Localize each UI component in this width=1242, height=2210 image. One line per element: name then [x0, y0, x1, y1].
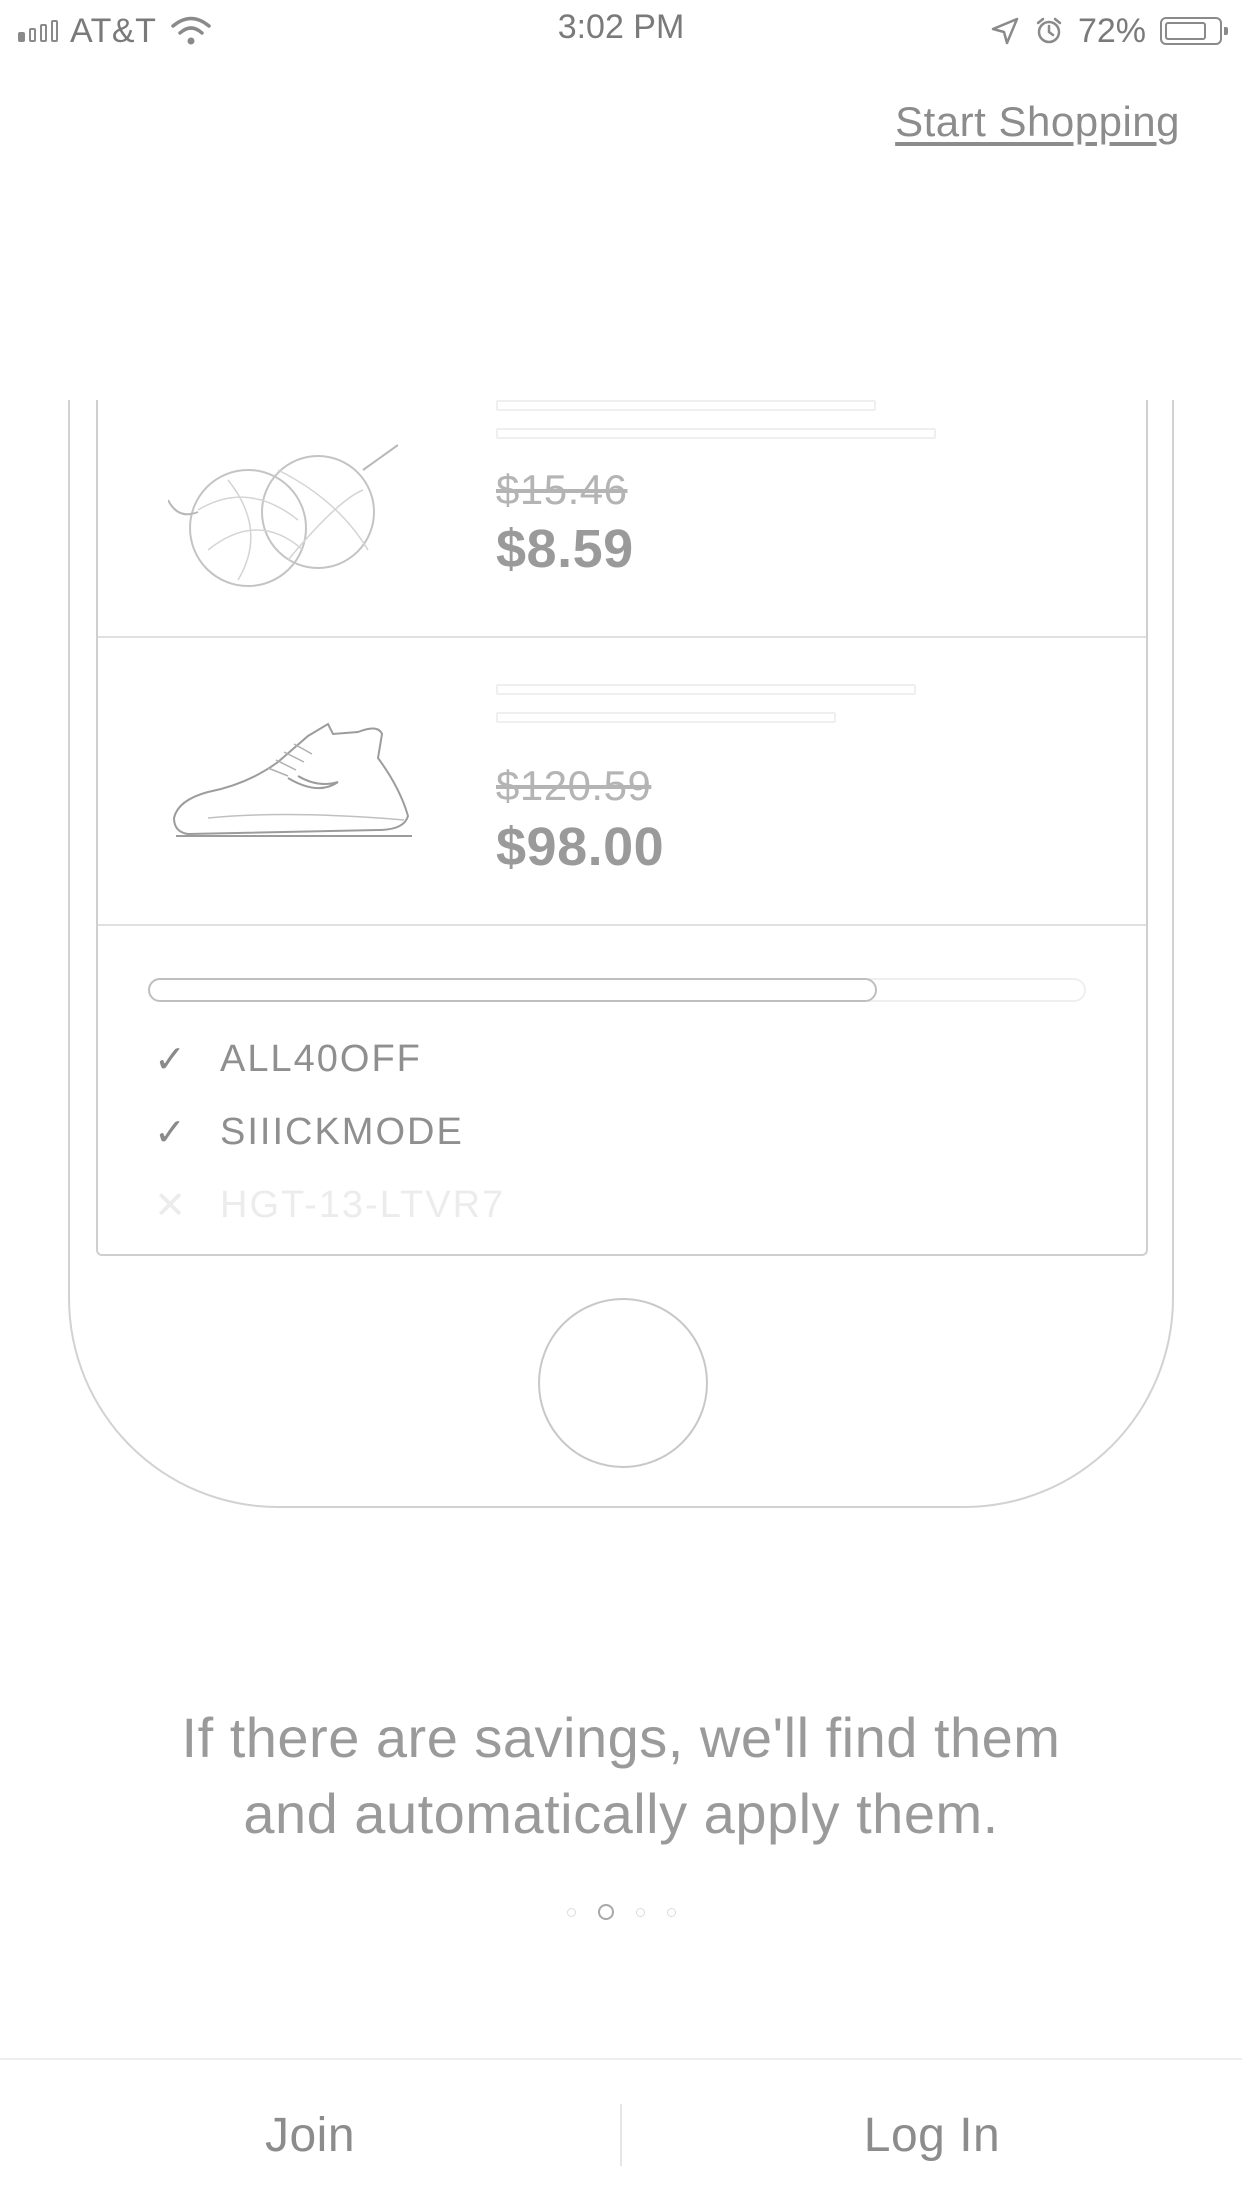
page-dot[interactable]	[635, 1907, 645, 1917]
status-bar: AT&T 3:02 PM 72%	[0, 0, 1242, 62]
coupon-code-row: ✓ SIIICKMODE	[150, 1107, 464, 1157]
location-icon	[991, 17, 1019, 45]
yarn-icon	[168, 444, 398, 587]
placeholder-bar	[496, 684, 916, 695]
page-dot[interactable]	[666, 1907, 676, 1917]
discounted-price: $98.00	[496, 817, 665, 877]
join-button[interactable]: Join	[0, 2060, 620, 2210]
sneaker-icon	[172, 722, 412, 837]
bottom-action-bar: Join Log In	[0, 2058, 1242, 2210]
phone-screen: $15.46 $8.59 $120.59 $98.00 ✓ ALL40OFF ✓	[96, 400, 1148, 1256]
phone-illustration: $15.46 $8.59 $120.59 $98.00 ✓ ALL40OFF ✓	[68, 400, 1174, 1508]
onboarding-caption: If there are savings, we'll find them an…	[0, 1700, 1242, 1852]
page-indicator[interactable]	[0, 1904, 1242, 1920]
coupon-code: HGT-13-LTVR7	[220, 1183, 506, 1226]
product-row: $120.59 $98.00	[98, 638, 1146, 926]
placeholder-bar	[496, 400, 876, 411]
placeholder-bar	[496, 712, 836, 723]
coupon-code: ALL40OFF	[220, 1037, 422, 1080]
login-button[interactable]: Log In	[622, 2060, 1242, 2210]
x-icon: ✕	[154, 1184, 186, 1227]
check-icon: ✓	[154, 1038, 186, 1081]
caption-line: and automatically apply them.	[243, 1782, 999, 1845]
coupon-code-row: ✕ HGT-13-LTVR7	[150, 1180, 505, 1230]
coupon-code: SIIICKMODE	[220, 1110, 464, 1153]
battery-icon	[1160, 17, 1228, 45]
page-dot[interactable]	[566, 1907, 576, 1917]
coupon-code-row: ✓ ALL40OFF	[150, 1034, 422, 1084]
savings-progress-track	[148, 978, 1086, 1002]
product-row: $15.46 $8.59	[98, 400, 1146, 638]
placeholder-bar	[496, 428, 936, 439]
check-icon: ✓	[154, 1111, 186, 1154]
start-shopping-link[interactable]: Start Shopping	[895, 98, 1180, 146]
caption-line: If there are savings, we'll find them	[181, 1706, 1061, 1769]
original-price: $120.59	[496, 762, 652, 809]
savings-progress-fill	[148, 978, 877, 1002]
battery-percentage: 72%	[1077, 11, 1146, 50]
discounted-price: $8.59	[496, 519, 634, 579]
alarm-icon	[1036, 17, 1062, 44]
original-price: $15.46	[496, 466, 628, 513]
status-right: 72%	[990, 8, 1228, 54]
page-dot[interactable]	[597, 1904, 614, 1920]
home-button-illustration	[538, 1298, 708, 1468]
